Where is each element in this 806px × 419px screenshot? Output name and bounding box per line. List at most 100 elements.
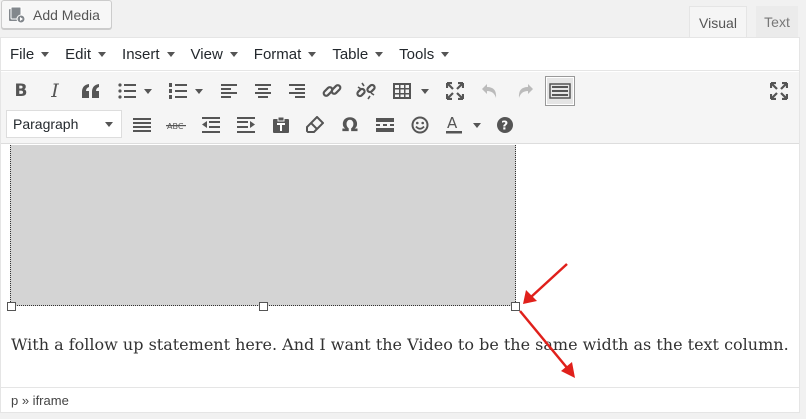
align-left-icon [221, 84, 237, 98]
outdent-button[interactable] [199, 110, 223, 140]
editor: File Edit Insert View Format Table Tools… [0, 37, 800, 413]
menu-view-label: View [190, 45, 223, 63]
toolbar: B I Paragraph ABC Ω A ? [1, 72, 799, 144]
paragraph-format-select[interactable]: Paragraph [6, 110, 122, 138]
horizontal-line-icon [133, 118, 151, 132]
caret-down-icon [441, 51, 450, 57]
element-path[interactable]: p » iframe [11, 393, 69, 408]
numbered-list-dropdown-icon[interactable] [195, 89, 203, 94]
toolbar-toggle-button[interactable] [545, 76, 575, 106]
unlink-button[interactable] [354, 76, 378, 106]
table-dropdown-icon[interactable] [421, 89, 429, 94]
numbered-list-icon [169, 83, 187, 99]
expand-icon [446, 82, 464, 100]
numbered-list-button[interactable] [166, 76, 190, 106]
menu-tools[interactable]: Tools [399, 45, 450, 63]
bulleted-list-button[interactable] [115, 76, 139, 106]
menu-edit-label: Edit [65, 45, 92, 63]
italic-icon: I [51, 80, 59, 102]
add-media-button[interactable]: Add Media [1, 0, 112, 29]
status-bar: p » iframe [1, 387, 799, 412]
omega-icon: Ω [341, 114, 359, 136]
caret-down-icon [166, 51, 175, 57]
media-icon [8, 6, 26, 24]
video-embed-placeholder[interactable] [10, 145, 516, 306]
toolbar-row-2: Paragraph ABC Ω A ? [1, 108, 799, 142]
smiley-icon [411, 116, 429, 134]
add-media-label: Add Media [33, 6, 100, 23]
bullet-list-icon [118, 83, 136, 99]
redo-icon [518, 84, 533, 98]
insert-link-button[interactable] [320, 76, 344, 106]
indent-button[interactable] [234, 110, 258, 140]
caret-down-icon [98, 51, 107, 57]
special-character-button[interactable]: Ω [338, 110, 362, 140]
resize-handle-bottom-center[interactable] [259, 302, 268, 311]
paste-as-text-button[interactable] [269, 110, 293, 140]
caret-down-icon [375, 51, 384, 57]
menu-format[interactable]: Format [254, 46, 317, 63]
strikethrough-button[interactable]: ABC [164, 110, 188, 140]
format-select-value: Paragraph [13, 116, 79, 132]
tab-visual[interactable]: Visual [689, 6, 747, 38]
svg-text:?: ? [501, 118, 508, 132]
bold-icon: B [14, 81, 28, 101]
resize-handle-bottom-left[interactable] [7, 302, 16, 311]
help-button[interactable]: ? [493, 110, 517, 140]
svg-text:ABC: ABC [167, 122, 184, 131]
outdent-icon [202, 117, 220, 133]
editor-content[interactable]: With a follow up statement here. And I w… [1, 145, 799, 387]
align-right-button[interactable] [285, 76, 309, 106]
read-more-button[interactable] [373, 110, 397, 140]
text-color-button[interactable]: A [442, 110, 466, 140]
read-more-icon [376, 118, 394, 132]
menu-tools-label: Tools [399, 45, 435, 63]
italic-button[interactable]: I [43, 76, 67, 106]
text-color-dropdown-icon[interactable] [473, 123, 481, 128]
menu-insert[interactable]: Insert [122, 46, 175, 63]
quote-icon [82, 84, 99, 98]
resize-handle-bottom-right[interactable] [511, 302, 520, 311]
strikethrough-icon: ABC [166, 122, 186, 131]
align-center-icon [255, 84, 271, 98]
menu-edit[interactable]: Edit [65, 45, 107, 63]
blockquote-button[interactable] [79, 76, 103, 106]
bulleted-list-dropdown-icon[interactable] [144, 89, 152, 94]
caret-down-icon [105, 121, 113, 127]
toolbar-row-1: B I [1, 74, 799, 108]
undo-button[interactable] [478, 76, 502, 106]
bold-button[interactable]: B [9, 76, 33, 106]
redo-button[interactable] [513, 76, 537, 106]
keyboard-icon [549, 83, 571, 99]
tab-text[interactable]: Text [756, 6, 798, 38]
svg-text:A: A [447, 115, 458, 132]
menu-view[interactable]: View [191, 46, 238, 63]
menu-format-label: Format [253, 45, 302, 63]
caret-down-icon [308, 51, 317, 57]
text-color-icon: A [446, 115, 462, 134]
indent-icon [237, 117, 255, 133]
horizontal-line-button[interactable] [130, 110, 154, 140]
align-right-icon [289, 84, 305, 98]
undo-icon [482, 84, 497, 98]
menu-table[interactable]: Table [332, 45, 384, 63]
paragraph-text: With a follow up statement here. And I w… [11, 335, 789, 354]
menu-insert-label: Insert [122, 45, 160, 63]
emoticons-button[interactable] [408, 110, 432, 140]
align-center-button[interactable] [251, 76, 275, 106]
unlink-icon [356, 82, 376, 100]
eraser-icon [306, 116, 324, 133]
table-button[interactable] [390, 76, 414, 106]
menu-table-label: Table [332, 45, 369, 63]
caret-down-icon [41, 51, 50, 57]
menu-file-label: File [10, 45, 35, 63]
fullscreen-button[interactable] [443, 76, 467, 106]
expand-icon [770, 82, 788, 100]
clear-formatting-button[interactable] [303, 110, 327, 140]
menu-file[interactable]: File [10, 45, 50, 63]
help-icon: ? [497, 117, 513, 133]
table-icon [393, 83, 411, 99]
align-left-button[interactable] [217, 76, 241, 106]
distraction-free-button[interactable] [767, 76, 791, 106]
caret-down-icon [229, 51, 238, 57]
